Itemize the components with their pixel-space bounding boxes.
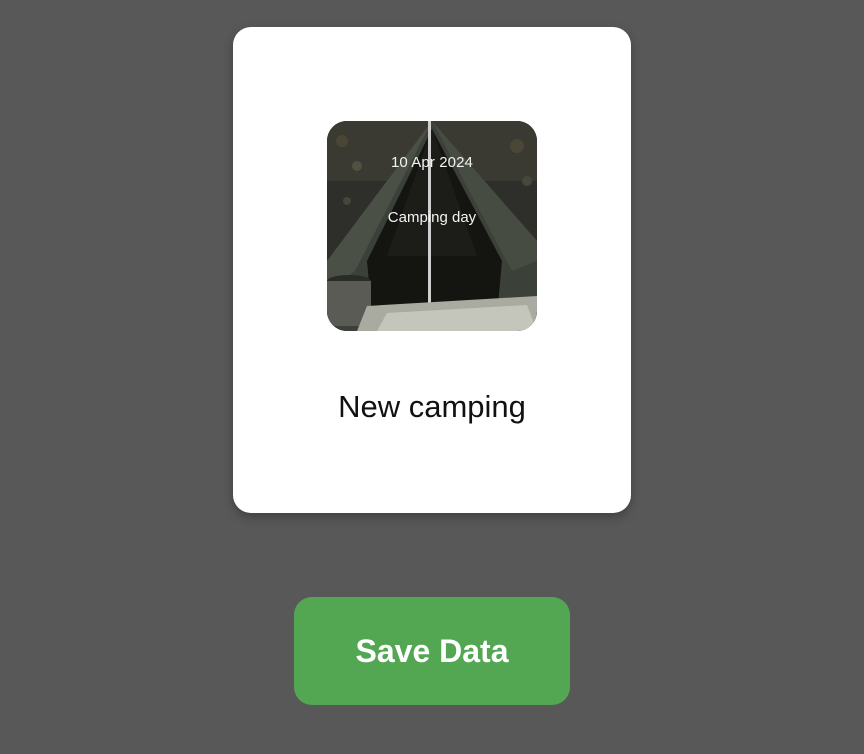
memory-card[interactable]: 10 Apr 2024 Camping day New camping <box>233 27 631 513</box>
photo-date: 10 Apr 2024 <box>390 154 473 171</box>
photo-caption: Camping day <box>387 209 477 226</box>
card-title: New camping <box>338 389 526 424</box>
save-data-button[interactable]: Save Data <box>294 597 570 705</box>
tent-image <box>327 121 537 331</box>
tent-photo: 10 Apr 2024 Camping day <box>327 121 537 331</box>
